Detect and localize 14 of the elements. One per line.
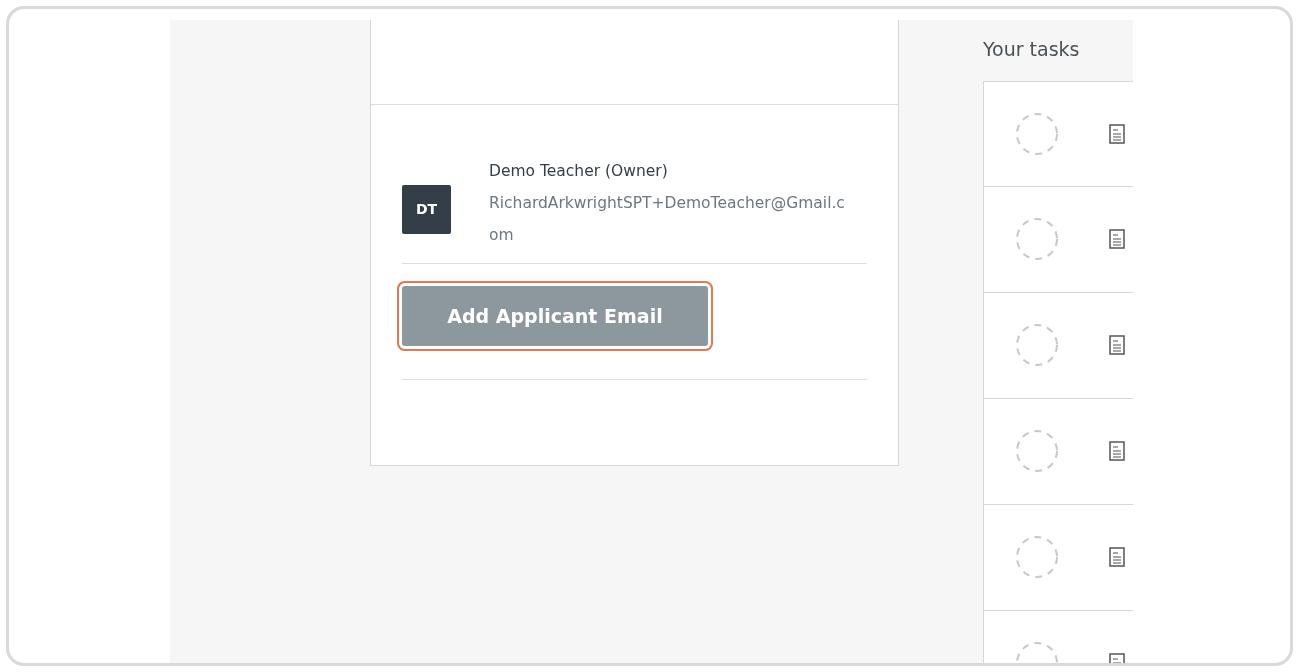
task-row[interactable]	[983, 504, 1133, 611]
document-icon	[1109, 229, 1125, 250]
tasks-heading: Your tasks	[983, 37, 1081, 62]
task-row[interactable]	[983, 398, 1133, 505]
document-icon	[1109, 441, 1125, 462]
document-icon	[1109, 123, 1125, 144]
document-icon	[1109, 335, 1125, 356]
task-row[interactable]	[983, 80, 1133, 187]
avatar: DT	[402, 185, 451, 234]
member-name: Demo Teacher (Owner)	[489, 161, 669, 182]
task-row[interactable]	[983, 186, 1133, 293]
task-row[interactable]	[983, 292, 1133, 399]
document-icon	[1109, 547, 1125, 568]
member-email: RichardArkwrightSPT+DemoTeacher@Gmail.com	[489, 193, 846, 246]
